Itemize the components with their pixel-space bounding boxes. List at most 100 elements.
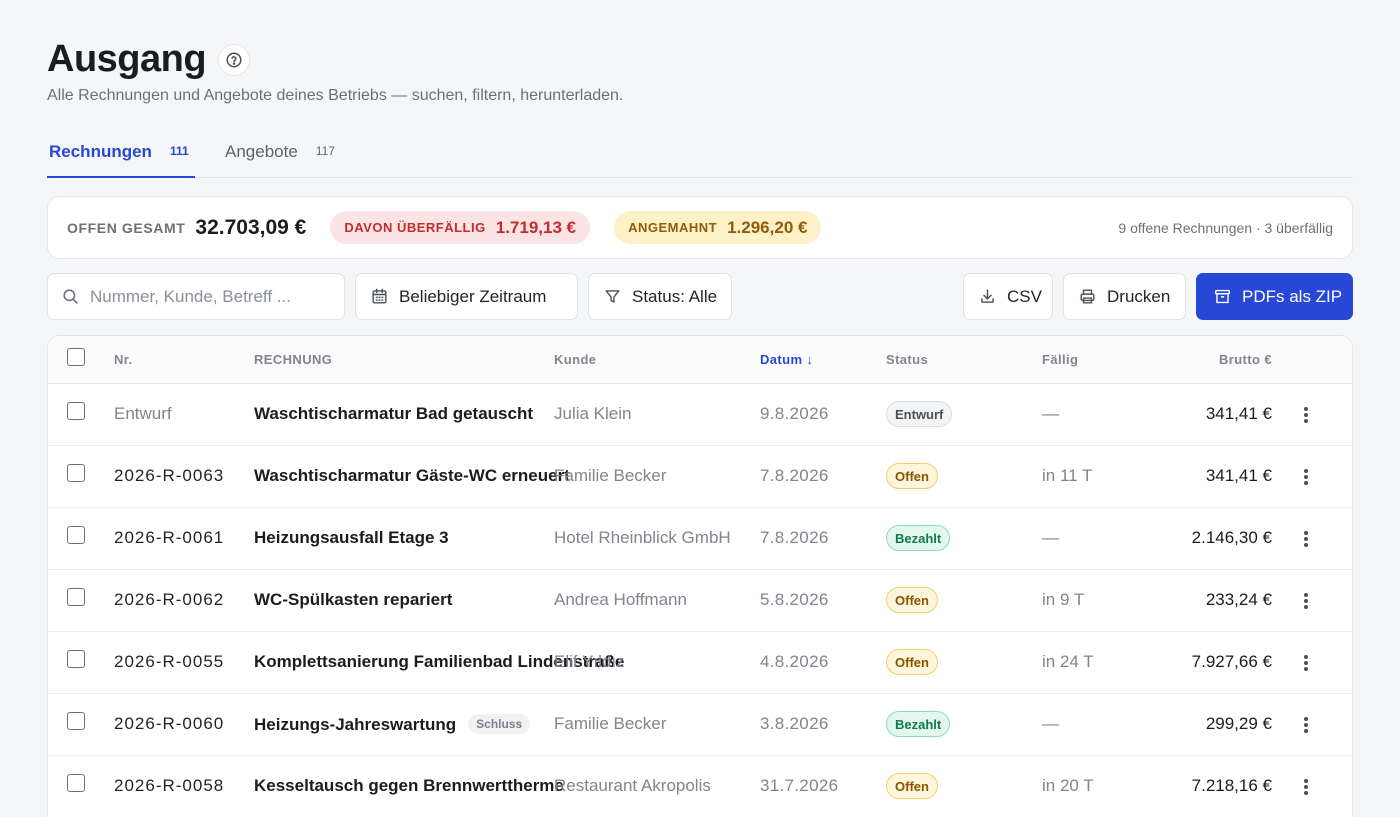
invoice-title-text: Waschtischarmatur Gäste-WC erneuert xyxy=(254,466,570,485)
invoice-date: 7.8.2026 xyxy=(760,528,829,547)
invoice-title-text: Waschtischarmatur Bad getauscht xyxy=(254,404,533,423)
search-icon xyxy=(63,289,78,304)
select-all-checkbox[interactable] xyxy=(67,348,85,366)
invoice-title[interactable]: Heizungsausfall Etage 3 xyxy=(254,528,449,548)
gross-amount: 7.927,66 € xyxy=(1191,652,1272,671)
customer-name: Julia Klein xyxy=(554,404,632,423)
row-checkbox[interactable] xyxy=(67,712,85,730)
row-checkbox[interactable] xyxy=(67,650,85,668)
filter-icon xyxy=(605,290,620,303)
pdf-zip-button[interactable]: PDFs als ZIP xyxy=(1196,273,1353,320)
page-subtitle: Alle Rechnungen und Angebote deines Betr… xyxy=(47,87,624,104)
invoice-title[interactable]: Kesseltausch gegen Brennwerttherme xyxy=(254,776,564,796)
help-icon xyxy=(226,52,242,67)
gross-amount: 2.146,30 € xyxy=(1191,528,1272,547)
summary-info: 9 offene Rechnungen · 3 überfällig xyxy=(1118,219,1333,236)
row-menu-icon[interactable] xyxy=(1298,467,1314,487)
page-title: Ausgang xyxy=(47,38,207,80)
column-header-rechnung[interactable]: RECHNUNG xyxy=(254,352,332,367)
date-range-label: Beliebiger Zeitraum xyxy=(399,286,547,306)
column-header-kunde[interactable]: Kunde xyxy=(554,352,596,367)
title-row: Ausgang xyxy=(47,38,251,81)
invoice-number: 2026-R-0063 xyxy=(114,466,225,485)
tab-angebote[interactable]: Angebote 117 xyxy=(225,130,335,178)
pdf-zip-label: PDFs als ZIP xyxy=(1242,286,1343,306)
row-menu-icon[interactable] xyxy=(1298,529,1314,549)
row-checkbox[interactable] xyxy=(67,588,85,606)
row-checkbox[interactable] xyxy=(67,402,85,420)
print-button[interactable]: Drucken xyxy=(1063,273,1186,320)
archive-icon xyxy=(1215,289,1230,304)
due-in: — xyxy=(1042,528,1059,547)
invoice-date: 5.8.2026 xyxy=(760,590,829,609)
invoice-number: Entwurf xyxy=(114,404,172,423)
search-input[interactable] xyxy=(90,286,330,307)
table-row[interactable]: 2026-R-0060 Heizungs-Jahreswartung Schluss… xyxy=(48,694,1352,756)
gross-amount: 299,29 € xyxy=(1205,714,1272,733)
column-header-brutto[interactable]: Brutto € xyxy=(1219,352,1272,367)
table-row[interactable]: Entwurf Waschtischarmatur Bad getauscht Ju… xyxy=(48,384,1352,446)
invoice-date: 9.8.2026 xyxy=(760,404,829,423)
column-header-status[interactable]: Status xyxy=(886,352,928,367)
row-checkbox[interactable] xyxy=(67,774,85,792)
invoice-title[interactable]: WC-Spülkasten repariert xyxy=(254,590,452,610)
row-menu-icon[interactable] xyxy=(1298,653,1314,673)
row-menu-icon[interactable] xyxy=(1298,715,1314,735)
search-box[interactable] xyxy=(47,273,345,320)
customer-name: Elif Yıldız xyxy=(554,652,625,671)
row-menu-icon[interactable] xyxy=(1298,405,1314,425)
printer-icon xyxy=(1080,289,1095,304)
customer-name: Andrea Hoffmann xyxy=(554,590,687,609)
table-row[interactable]: 2026-R-0058 Kesseltausch gegen Brennwertt… xyxy=(48,756,1352,817)
status-badge: Offen xyxy=(886,773,938,799)
customer-name: Restaurant Akropolis xyxy=(554,776,711,795)
invoice-title-text: Heizungsausfall Etage 3 xyxy=(254,528,449,547)
date-range-button[interactable]: Beliebiger Zeitraum xyxy=(355,273,578,320)
invoice-number: 2026-R-0062 xyxy=(114,590,225,609)
gross-amount: 341,41 € xyxy=(1205,404,1272,423)
due-in: in 20 T xyxy=(1042,776,1094,795)
reminded-label: ANGEMAHNT xyxy=(628,220,718,235)
overdue-value: 1.719,13 € xyxy=(495,217,577,237)
status-badge: Bezahlt xyxy=(886,525,951,551)
status-badge: Entwurf xyxy=(886,401,953,427)
tab-rechnungen[interactable]: Rechnungen 111 xyxy=(47,130,195,178)
invoice-title[interactable]: Waschtischarmatur Bad getauscht xyxy=(254,404,533,424)
download-icon xyxy=(981,289,994,303)
due-in: — xyxy=(1042,404,1059,423)
gross-amount: 233,24 € xyxy=(1205,590,1272,609)
status-badge: Offen xyxy=(886,587,938,613)
invoice-title[interactable]: Heizungs-Jahreswartung Schluss xyxy=(254,714,531,735)
help-button[interactable] xyxy=(218,43,251,76)
column-header-nr[interactable]: Nr. xyxy=(114,352,133,367)
gross-amount: 341,41 € xyxy=(1205,466,1272,485)
table-row[interactable]: 2026-R-0061 Heizungsausfall Etage 3 Hotel … xyxy=(48,508,1352,570)
invoice-date: 31.7.2026 xyxy=(760,776,839,795)
invoice-table: Nr. RECHNUNG Kunde Datum ↓ Status Fällig… xyxy=(47,335,1353,817)
csv-export-button[interactable]: CSV xyxy=(963,273,1053,320)
invoice-date: 3.8.2026 xyxy=(760,714,829,733)
row-checkbox[interactable] xyxy=(67,526,85,544)
due-in: in 9 T xyxy=(1042,590,1085,609)
row-menu-icon[interactable] xyxy=(1298,591,1314,611)
table-row[interactable]: 2026-R-0063 Waschtischarmatur Gäste-WC er… xyxy=(48,446,1352,508)
overdue-pill: DAVON ÜBERFÄLLIG 1.719,13 € xyxy=(330,211,591,244)
reminded-value: 1.296,20 € xyxy=(727,217,808,237)
csv-label: CSV xyxy=(1007,286,1042,306)
due-in: — xyxy=(1042,714,1059,733)
customer-name: Familie Becker xyxy=(554,466,667,485)
status-filter-button[interactable]: Status: Alle xyxy=(588,273,732,320)
row-checkbox[interactable] xyxy=(67,464,85,482)
due-in: in 11 T xyxy=(1042,466,1093,485)
row-menu-icon[interactable] xyxy=(1298,777,1314,797)
invoice-type-tag: Schluss xyxy=(468,714,531,734)
customer-name: Familie Becker xyxy=(554,714,667,733)
table-row[interactable]: 2026-R-0055 Komplettsanierung Familienbad… xyxy=(48,632,1352,694)
column-header-datum[interactable]: Datum ↓ xyxy=(760,352,813,367)
tab-bar: Rechnungen 111 Angebote 117 xyxy=(47,130,1353,178)
toolbar: Beliebiger Zeitraum Status: Alle CSV Dru… xyxy=(47,273,1353,320)
invoice-title[interactable]: Waschtischarmatur Gäste-WC erneuert xyxy=(254,466,570,486)
column-header-faellig[interactable]: Fällig xyxy=(1042,352,1078,367)
table-row[interactable]: 2026-R-0062 WC-Spülkasten repariert Andrea… xyxy=(48,570,1352,632)
overdue-label: DAVON ÜBERFÄLLIG xyxy=(344,220,486,235)
